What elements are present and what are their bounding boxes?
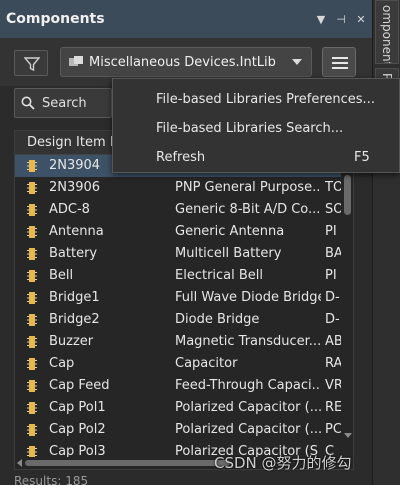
component-icon	[27, 226, 37, 238]
cell-design-item: Bell	[49, 268, 74, 283]
cell-footprint: RE	[325, 400, 341, 415]
table-rows: 2N39042N3906PNP General Purpose...TOADC-…	[15, 155, 341, 463]
cell-design-item: Cap Pol1	[49, 400, 106, 415]
results-count: Results: 185	[14, 474, 89, 485]
cell-footprint: D-	[325, 312, 340, 327]
table-row[interactable]: Cap Capacitor RA	[15, 353, 341, 375]
dock-tab-components-label: omponents	[380, 5, 394, 64]
menu-item-shortcut: F5	[354, 150, 370, 165]
cell-description: Generic 8-Bit A/D Co...	[175, 202, 321, 217]
component-icon	[27, 292, 37, 304]
cell-description: Diode Bridge	[175, 312, 260, 327]
table-row[interactable]: ADC-8 Generic 8-Bit A/D Co... SO	[15, 199, 341, 221]
library-dropdown[interactable]: Miscellaneous Devices.IntLib	[60, 47, 312, 77]
cell-design-item: Cap	[49, 356, 75, 371]
search-icon	[21, 96, 35, 110]
panel-title: Components	[6, 11, 105, 27]
cell-description: Multicell Battery	[175, 246, 282, 261]
menu-item-libraries-preferences[interactable]: File-based Libraries Preferences...	[113, 85, 399, 113]
cell-description: Polarized Capacitor (...	[175, 422, 321, 437]
cell-description: Capacitor	[175, 356, 238, 371]
pin-icon[interactable]: ⊣	[332, 13, 350, 26]
panel-titlebar: Components ▼ ⊣ ✕	[0, 0, 372, 38]
vertical-scrollbar[interactable]	[341, 155, 353, 445]
component-icon	[27, 336, 37, 348]
cell-footprint: SO	[325, 202, 341, 217]
cell-description: Magnetic Transducer...	[175, 334, 321, 349]
cell-design-item: Bridge1	[49, 290, 100, 305]
cell-design-item: ADC-8	[49, 202, 90, 217]
panel-dropdown-icon[interactable]: ▼	[312, 13, 330, 26]
scroll-left-icon[interactable]	[17, 459, 22, 467]
vertical-scroll-thumb[interactable]	[344, 175, 351, 215]
dock-tab-components[interactable]: omponents	[375, 0, 399, 64]
cell-description: Generic Antenna	[175, 224, 285, 239]
cell-footprint: RA	[325, 356, 341, 371]
cell-design-item: Cap Feed	[49, 378, 110, 393]
component-icon	[27, 358, 37, 370]
cell-footprint: VR	[325, 378, 341, 393]
menu-item-refresh[interactable]: Refresh F5	[113, 143, 399, 171]
library-icon	[69, 56, 83, 66]
search-placeholder: Search	[42, 95, 87, 111]
scroll-down-icon[interactable]	[344, 433, 352, 438]
menu-item-libraries-search[interactable]: File-based Libraries Search...	[113, 114, 399, 142]
cell-footprint: D-	[325, 290, 340, 305]
cell-description: Polarized Capacitor (...	[175, 400, 321, 415]
component-icon	[27, 160, 37, 172]
cell-description: Electrical Bell	[175, 268, 264, 283]
close-icon[interactable]: ✕	[352, 13, 370, 26]
library-name: Miscellaneous Devices.IntLib	[89, 54, 276, 70]
cell-description: Feed-Through Capaci...	[175, 378, 321, 393]
cell-design-item: Battery	[49, 246, 98, 261]
cell-design-item: Bridge2	[49, 312, 100, 327]
table-row[interactable]: Buzzer Magnetic Transducer... AB	[15, 331, 341, 353]
table-row[interactable]: Bridge2 Diode Bridge D-	[15, 309, 341, 331]
right-dock: omponents P	[372, 0, 400, 485]
chevron-down-icon	[292, 59, 302, 65]
menu-item-label: Refresh	[156, 150, 206, 165]
menu-item-label: File-based Libraries Preferences...	[156, 92, 375, 107]
component-icon	[27, 402, 37, 414]
cell-description: PNP General Purpose...	[175, 180, 321, 195]
component-icon	[27, 380, 37, 392]
component-icon	[27, 424, 37, 436]
components-table: Design Item I 2N3904 2N3906 PNP General Pu…	[14, 130, 354, 470]
component-icon	[27, 248, 37, 260]
libraries-context-menu: File-based Libraries Preferences... File…	[112, 78, 400, 173]
component-icon	[27, 182, 37, 194]
cell-footprint: AB	[325, 334, 341, 349]
cell-footprint: TO	[325, 180, 341, 195]
table-row[interactable]: Cap Pol2 Polarized Capacitor (... PC	[15, 419, 341, 441]
filter-button[interactable]	[14, 50, 48, 76]
table-row[interactable]: Bridge1 Full Wave Diode Bridge D-	[15, 287, 341, 309]
cell-description: Full Wave Diode Bridge	[175, 290, 321, 305]
cell-footprint: PI	[325, 224, 337, 239]
hamburger-icon	[332, 57, 348, 59]
table-row[interactable]: Bell Electrical Bell PI	[15, 265, 341, 287]
libraries-menu-button[interactable]	[322, 47, 356, 77]
table-row[interactable]: Cap Pol1 Polarized Capacitor (... RE	[15, 397, 341, 419]
cell-footprint: BA	[325, 246, 341, 261]
cell-design-item: 2N3906	[49, 180, 101, 195]
cell-design-item: Cap Pol2	[49, 422, 106, 437]
filter-icon	[24, 57, 40, 72]
search-input[interactable]: Search	[14, 88, 112, 118]
column-header-design-item[interactable]: Design Item I	[27, 135, 114, 150]
watermark: CSDN @努力的修勾	[214, 454, 352, 472]
cell-design-item: Buzzer	[49, 334, 94, 349]
table-row[interactable]: Battery Multicell Battery BA	[15, 243, 341, 265]
horizontal-scroll-thumb[interactable]	[25, 460, 230, 466]
menu-item-label: File-based Libraries Search...	[156, 121, 344, 136]
component-icon	[27, 204, 37, 216]
table-row[interactable]: Cap Feed Feed-Through Capaci... VR	[15, 375, 341, 397]
component-icon	[27, 270, 37, 282]
cell-footprint: PI	[325, 268, 337, 283]
cell-design-item: Antenna	[49, 224, 104, 239]
table-row[interactable]: Antenna Generic Antenna PI	[15, 221, 341, 243]
table-row[interactable]: 2N3906 PNP General Purpose... TO	[15, 177, 341, 199]
component-icon	[27, 314, 37, 326]
cell-footprint: PC	[325, 422, 341, 437]
